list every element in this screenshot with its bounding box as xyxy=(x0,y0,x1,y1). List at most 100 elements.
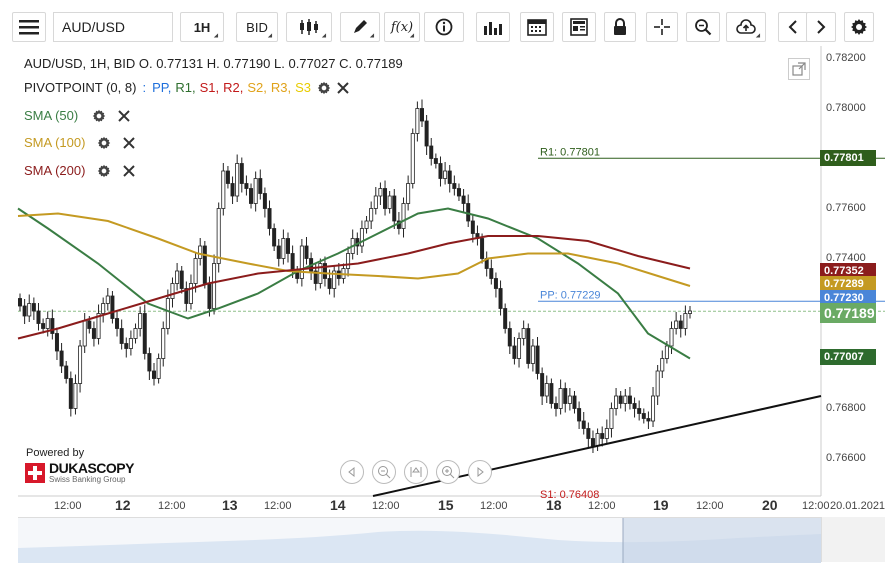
close-icon[interactable] xyxy=(123,136,136,149)
scroll-left-button[interactable] xyxy=(340,460,364,484)
candle-body xyxy=(101,303,106,314)
candle-body xyxy=(78,345,83,384)
bar-chart-icon xyxy=(484,22,502,35)
candle-body xyxy=(461,195,466,204)
x-time-label: 20.01.2021 xyxy=(830,500,885,512)
close-icon[interactable] xyxy=(337,81,349,94)
x-time-label: 12:00 xyxy=(802,500,830,512)
info-button[interactable] xyxy=(424,12,464,42)
chart-area[interactable]: R1: 0.77801 PP: 0.77229 S1: 0.76408 xyxy=(17,46,885,501)
indicators-button[interactable]: f(x) xyxy=(384,12,420,42)
candle-body xyxy=(276,245,281,259)
candle-body xyxy=(507,328,512,347)
scroll-right-button[interactable] xyxy=(468,460,492,484)
navigator-scroll-right[interactable] xyxy=(821,517,885,562)
menu-button[interactable] xyxy=(12,12,46,42)
pivot-item-s3: S3 xyxy=(295,80,311,95)
candle-body xyxy=(142,313,147,354)
gear-icon[interactable] xyxy=(97,164,111,178)
candle-body xyxy=(124,343,129,349)
gear-icon[interactable] xyxy=(92,109,106,123)
settings-button[interactable] xyxy=(844,12,874,42)
chevron-right-icon xyxy=(817,20,826,34)
candle-body xyxy=(244,183,249,189)
candle-body xyxy=(170,283,175,299)
candle-body xyxy=(281,238,286,259)
x-axis: 12:00 12 12:00 13 12:00 14 12:00 15 12:00 18 12:00… xyxy=(18,497,885,517)
x-day-label: 12 xyxy=(115,497,131,513)
powered-by: Powered by xyxy=(26,447,85,459)
candle-body xyxy=(503,308,508,329)
next-button[interactable] xyxy=(806,12,836,42)
candle-body xyxy=(637,408,642,414)
crosshair-button[interactable] xyxy=(646,12,678,42)
candle-body xyxy=(151,370,156,379)
fullscreen-button[interactable] xyxy=(788,58,810,80)
gear-icon[interactable] xyxy=(317,81,331,95)
gear-icon[interactable] xyxy=(97,136,111,150)
upload-button[interactable] xyxy=(726,12,766,42)
candle-body xyxy=(378,188,383,197)
info-icon xyxy=(435,18,453,36)
news-button[interactable] xyxy=(562,12,596,42)
candle-body xyxy=(50,318,55,334)
draw-button[interactable] xyxy=(340,12,380,42)
volume-button[interactable] xyxy=(476,12,510,42)
fx-label: f(x) xyxy=(390,19,414,35)
y-tick-label: 0.76600 xyxy=(826,451,866,464)
triangle-left-icon xyxy=(348,467,355,477)
brand-sub: Swiss Banking Group xyxy=(49,475,126,484)
candle-body xyxy=(433,158,438,164)
candle-body xyxy=(521,328,526,339)
x-time-label: 12:00 xyxy=(54,500,82,512)
sma50-label: SMA (50) xyxy=(24,108,79,123)
x-time-label: 12:00 xyxy=(372,500,400,512)
candle-body xyxy=(558,388,563,409)
candle-body xyxy=(512,345,517,359)
caret-icon xyxy=(213,33,221,40)
sma100-label: SMA (100) xyxy=(24,135,86,150)
zoom-out-icon xyxy=(378,466,391,479)
swiss-cross-icon xyxy=(25,462,45,483)
candle-body xyxy=(156,358,161,379)
candle-body xyxy=(304,245,309,259)
ohlc-legend: AUD/USD, 1H, BID O. 0.77131 H. 0.77190 L… xyxy=(24,56,403,71)
navigator[interactable] xyxy=(18,517,821,563)
calendar-button[interactable] xyxy=(520,12,554,42)
symbol-input[interactable]: AUD/USD xyxy=(53,12,173,42)
candle-body xyxy=(623,395,628,404)
prev-button[interactable] xyxy=(778,12,808,42)
y-tick-label: 0.78200 xyxy=(826,51,866,64)
candle-body xyxy=(87,320,92,329)
cloud-upload-icon xyxy=(736,19,756,34)
candle-body xyxy=(674,320,679,329)
candle-body xyxy=(614,395,619,409)
price-chart[interactable]: R1: 0.77801PP: 0.77229S1: 0.76408 xyxy=(17,46,885,501)
zoom-button[interactable] xyxy=(686,12,720,42)
pivot-item-r2: R2, xyxy=(223,80,244,95)
lock-button[interactable] xyxy=(604,12,636,42)
zoom-out-button[interactable] xyxy=(372,460,396,484)
candle-body xyxy=(618,395,623,404)
side-label: BID xyxy=(246,19,268,35)
side-select[interactable]: BID xyxy=(236,12,278,42)
candle-body xyxy=(406,183,411,204)
close-icon[interactable] xyxy=(123,164,136,177)
y-tick-label: 0.76800 xyxy=(826,401,866,414)
reset-zoom-button[interactable] xyxy=(404,460,428,484)
candle-body xyxy=(138,313,143,329)
caret-icon xyxy=(755,33,763,40)
candle-body xyxy=(581,420,586,429)
candle-body xyxy=(290,253,295,272)
timeframe-select[interactable]: 1H xyxy=(180,12,224,42)
candle-body xyxy=(36,310,41,324)
close-icon[interactable] xyxy=(118,109,130,122)
candle-body xyxy=(549,383,554,404)
sma50-legend: SMA (50) xyxy=(24,108,130,123)
x-time-label: 12:00 xyxy=(588,500,616,512)
candles-type-button[interactable] xyxy=(286,12,332,42)
candle-body xyxy=(207,283,212,309)
candle-body xyxy=(147,353,152,372)
zoom-in-button[interactable] xyxy=(436,460,460,484)
candle-body xyxy=(470,220,475,234)
